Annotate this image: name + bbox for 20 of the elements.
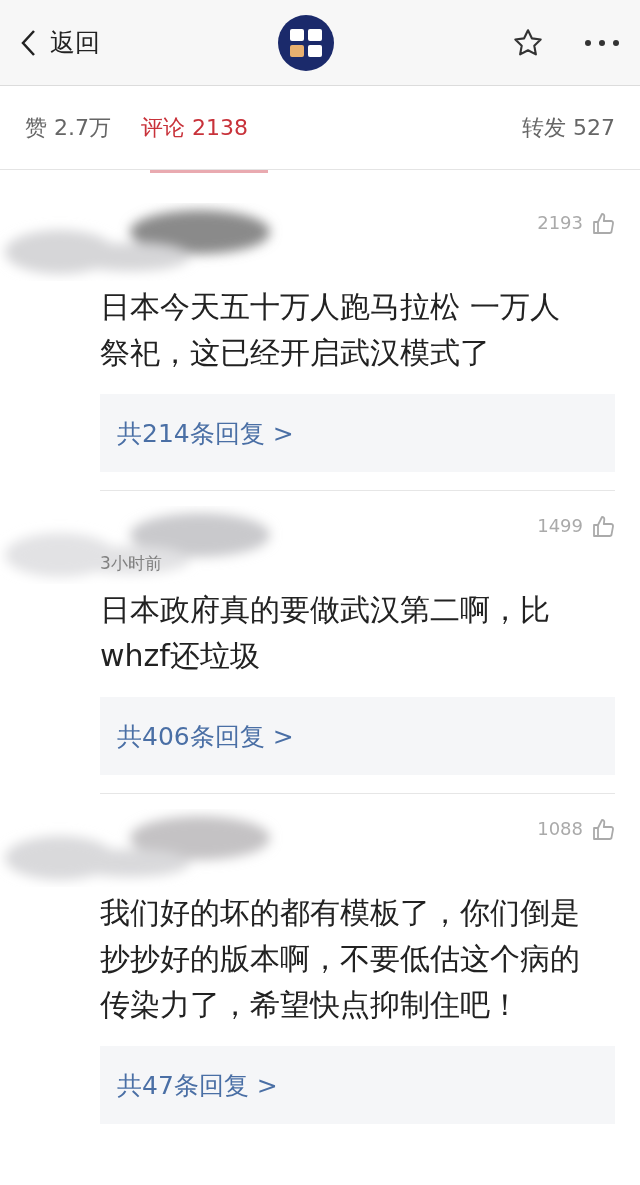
thumbs-up-icon[interactable] [591,212,615,236]
more-icon[interactable] [584,38,620,47]
comment-text: 我们好的坏的都有模板了，你们倒是抄抄好的版本啊，不要低估这个病的传染力了，希望快点抑制住吧！ [100,894,581,1024]
logo-icon [278,14,334,71]
comment-time: 3小时前 [100,552,162,575]
tab[interactable]: 赞 2.7万 [25,112,111,143]
replies-link[interactable]: 共47条回复 > [100,1046,615,1124]
back-chevron-icon [20,28,36,57]
like-count: 1088 [537,818,583,839]
tab[interactable]: 转发 527 [522,112,615,143]
thumbs-up-icon[interactable] [591,515,615,539]
back-button[interactable]: 返回 [20,26,100,59]
like-count: 1499 [537,515,583,536]
comment-text: 日本今天五十万人跑马拉松 一万人祭祀，这已经开启武汉模式了 [100,288,561,372]
tab[interactable]: 评论 2138 [141,112,248,143]
replies-link[interactable]: 共406条回复 > [100,697,615,775]
replies-link[interactable]: 共214条回复 > [100,394,615,472]
comment-text: 日本政府真的要做武汉第二啊，比whzf还垃圾 [100,591,551,675]
thumbs-up-icon[interactable] [591,818,615,842]
like-count: 2193 [537,212,583,233]
